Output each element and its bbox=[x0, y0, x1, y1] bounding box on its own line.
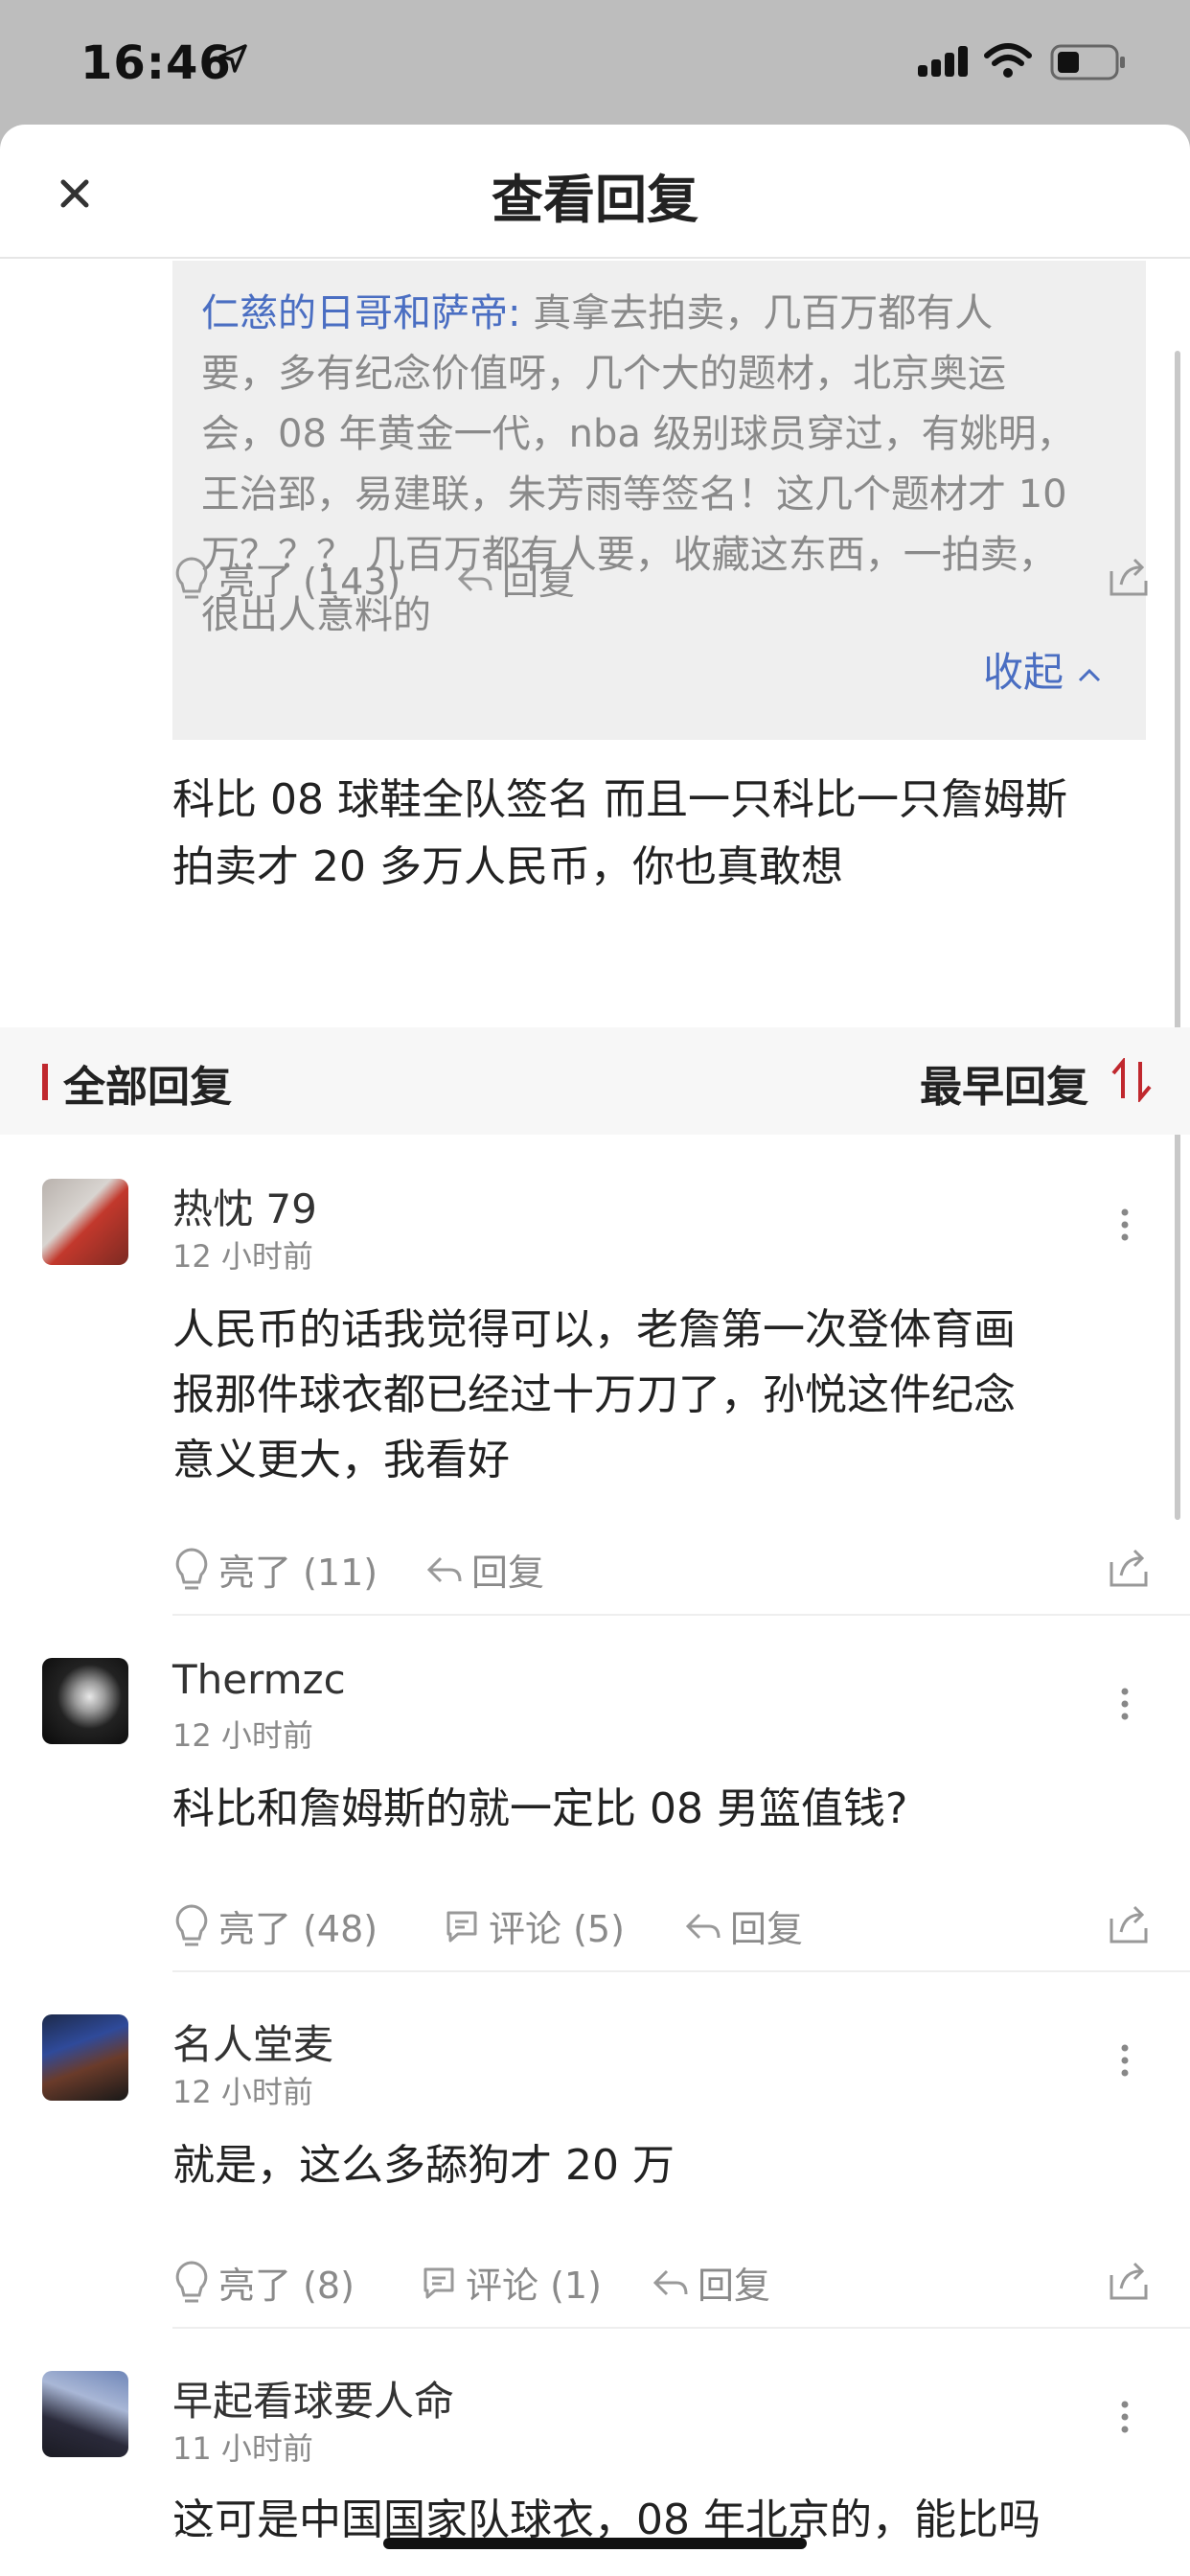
comment-author[interactable]: 名人堂麦 bbox=[172, 2012, 333, 2071]
reply-button[interactable]: 回复 bbox=[652, 2256, 770, 2309]
main-reply-text: 科比 08 球鞋全队签名 而且一只科比一只詹姆斯 拍卖才 20 多万人民币，你也… bbox=[172, 775, 1067, 891]
reply-label: 回复 bbox=[730, 1908, 804, 1950]
light-button[interactable]: 亮了 (48) bbox=[172, 1899, 378, 1952]
avatar[interactable] bbox=[42, 1179, 128, 1265]
share-icon[interactable] bbox=[1108, 2260, 1150, 2302]
comment-time: 12 小时前 bbox=[172, 2074, 313, 2110]
divider bbox=[172, 1614, 1190, 1616]
comment-bubble-icon bbox=[423, 2267, 454, 2298]
status-bar: 16:46 bbox=[0, 0, 1190, 125]
reply-label: 回复 bbox=[471, 1552, 545, 1594]
light-button[interactable]: 亮了 (11) bbox=[172, 1543, 378, 1596]
light-button[interactable]: 亮了 (8) bbox=[172, 2256, 355, 2309]
comment-actions: 亮了 (8) 评论 (1) 回复 bbox=[172, 2256, 1150, 2313]
comment-actions: 亮了 (11) 回复 bbox=[172, 1543, 1150, 1600]
quoted-author[interactable]: 仁慈的日哥和萨帝: bbox=[201, 291, 520, 335]
comment-author[interactable]: Thermzc bbox=[172, 1656, 346, 1703]
comment-author[interactable]: 早起看球要人命 bbox=[172, 2369, 454, 2427]
collapse-button[interactable]: 收起 bbox=[983, 640, 1102, 699]
reply-label: 回复 bbox=[502, 561, 576, 603]
sort-icon[interactable] bbox=[1110, 1058, 1156, 1102]
sheet-header: 查看回复 bbox=[0, 125, 1190, 259]
reply-arrow-icon bbox=[457, 565, 492, 591]
lightbulb-icon bbox=[175, 1903, 208, 1945]
chevron-up-icon bbox=[1078, 668, 1101, 681]
lightbulb-icon bbox=[175, 556, 208, 598]
comment-actions: 亮了 (48) 评论 (5) 回复 bbox=[172, 1899, 1150, 1957]
reply-arrow-icon bbox=[685, 1913, 721, 1939]
home-indicator[interactable] bbox=[383, 2538, 807, 2549]
avatar[interactable] bbox=[42, 2014, 128, 2101]
reply-button[interactable]: 回复 bbox=[684, 1899, 803, 1952]
page-title: 查看回复 bbox=[492, 170, 698, 230]
share-icon[interactable] bbox=[1108, 1903, 1150, 1945]
reply-button[interactable]: 回复 bbox=[425, 1543, 544, 1596]
more-options-icon[interactable] bbox=[1119, 1208, 1131, 1242]
light-count: 亮了 (143) bbox=[218, 561, 401, 603]
more-options-icon[interactable] bbox=[1119, 1687, 1131, 1721]
reply-arrow-icon bbox=[426, 1556, 462, 1582]
watermark: HUPU @Y晓校曲X bbox=[10, 2531, 237, 2563]
share-icon[interactable] bbox=[1108, 556, 1150, 598]
lightbulb-icon bbox=[175, 1547, 208, 1589]
comment-button[interactable]: 评论 (5) bbox=[443, 1899, 625, 1952]
comment-time: 12 小时前 bbox=[172, 1238, 313, 1275]
comment-author[interactable]: 热忱 79 bbox=[172, 1177, 317, 1235]
light-button[interactable]: 亮了 (143) bbox=[172, 552, 400, 605]
comment-button[interactable]: 评论 (1) bbox=[420, 2256, 602, 2309]
cellular-signal-icon bbox=[918, 46, 968, 77]
comment-text: 就是，这么多舔狗才 20 万 bbox=[172, 2141, 675, 2190]
quoted-reply: 仁慈的日哥和萨帝: 真拿去拍卖，几百万都有人 要，多有纪念价值呀，几个大的题材，… bbox=[172, 261, 1146, 740]
status-time: 16:46 bbox=[80, 36, 232, 90]
lightbulb-icon bbox=[175, 2260, 208, 2302]
main-reply-actions: 亮了 (143) 回复 bbox=[172, 552, 1150, 610]
comment-text: 科比和詹姆斯的就一定比 08 男篮值钱? bbox=[172, 1784, 908, 1833]
share-icon[interactable] bbox=[1108, 1547, 1150, 1589]
sort-button[interactable]: 最早回复 bbox=[920, 1052, 1088, 1114]
more-options-icon[interactable] bbox=[1119, 2400, 1131, 2434]
comment-time: 12 小时前 bbox=[172, 1717, 313, 1754]
wifi-icon bbox=[984, 43, 1032, 78]
location-arrow-icon bbox=[218, 44, 247, 73]
reply-label: 回复 bbox=[698, 2265, 771, 2307]
light-count: 亮了 (48) bbox=[218, 1908, 378, 1950]
scrollbar[interactable] bbox=[1175, 351, 1180, 1520]
section-marker bbox=[42, 1064, 48, 1100]
battery-icon bbox=[1050, 44, 1125, 80]
reply-sheet: 查看回复 仁慈的日哥和萨帝: 真拿去拍卖，几百万都有人 要，多有纪念价值呀，几个… bbox=[0, 125, 1190, 2576]
reply-button[interactable]: 回复 bbox=[456, 552, 575, 605]
more-options-icon[interactable] bbox=[1119, 2043, 1131, 2078]
comment-text: 人民币的话我觉得可以，老詹第一次登体育画 报那件球衣都已经过十万刀了，孙悦这件纪… bbox=[172, 1305, 1016, 1484]
comment-time: 11 小时前 bbox=[172, 2430, 313, 2467]
comment-bubble-icon bbox=[446, 1911, 477, 1942]
light-count: 亮了 (11) bbox=[218, 1552, 378, 1594]
section-title: 全部回复 bbox=[63, 1063, 232, 1112]
light-count: 亮了 (8) bbox=[218, 2265, 355, 2307]
avatar[interactable] bbox=[42, 1658, 128, 1744]
avatar[interactable] bbox=[42, 2371, 128, 2457]
collapse-label: 收起 bbox=[982, 649, 1064, 696]
divider bbox=[172, 2327, 1190, 2329]
all-replies-bar: 全部回复 最早回复 bbox=[0, 1027, 1190, 1135]
comment-count: 评论 (5) bbox=[489, 1908, 625, 1950]
divider bbox=[172, 1970, 1190, 1972]
comment-count: 评论 (1) bbox=[466, 2265, 602, 2307]
reply-arrow-icon bbox=[652, 2269, 688, 2295]
